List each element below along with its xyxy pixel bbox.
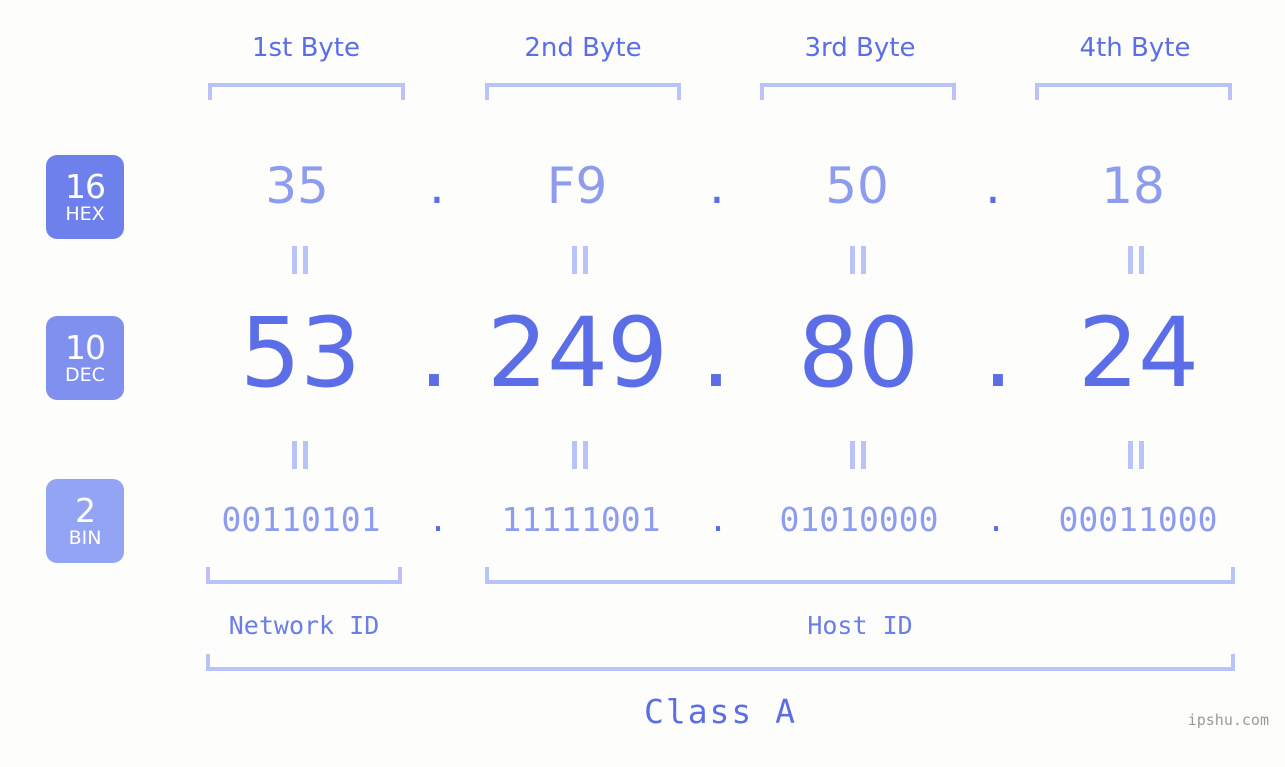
- dec-separator-3: .: [982, 297, 1014, 409]
- hex-separator-3: .: [985, 157, 1001, 215]
- byte-bracket-4-icon: [1035, 83, 1232, 100]
- bin-separator-2: .: [708, 500, 728, 539]
- ip-address-breakdown-diagram: 1st Byte 2nd Byte 3rd Byte 4th Byte 16 H…: [0, 0, 1285, 767]
- equals-mark-dec-bin-1-icon: [290, 441, 312, 469]
- base-badge-dec-name: DEC: [65, 364, 105, 386]
- hex-octet-1: 35: [265, 157, 329, 215]
- host-id-label: Host ID: [807, 611, 913, 640]
- bin-separator-1: .: [428, 500, 448, 539]
- network-id-bracket-icon: [206, 567, 402, 584]
- equals-mark-dec-bin-3-icon: [848, 441, 870, 469]
- byte-bracket-1-icon: [208, 83, 405, 100]
- equals-mark-hex-dec-2-icon: [570, 246, 592, 274]
- bin-octet-1: 00110101: [221, 500, 381, 539]
- bin-octet-2: 11111001: [501, 500, 661, 539]
- base-badge-hex: 16 HEX: [46, 155, 124, 239]
- byte-bracket-2-icon: [485, 83, 681, 100]
- bin-separator-3: .: [986, 500, 1006, 539]
- base-badge-bin: 2 BIN: [46, 479, 124, 563]
- byte-header-label-1: 1st Byte: [252, 33, 360, 63]
- dec-octet-3: 80: [797, 297, 919, 409]
- base-badge-hex-number: 16: [65, 167, 106, 206]
- dec-octet-2: 249: [486, 297, 668, 409]
- hex-octet-2: F9: [546, 157, 608, 215]
- dec-octet-1: 53: [239, 297, 361, 409]
- byte-header-label-4: 4th Byte: [1079, 33, 1191, 63]
- byte-header-label-2: 2nd Byte: [524, 33, 642, 63]
- bin-octet-4: 00011000: [1058, 500, 1218, 539]
- bin-octet-3: 01010000: [779, 500, 939, 539]
- base-badge-bin-number: 2: [75, 491, 96, 530]
- hex-octet-4: 18: [1101, 157, 1165, 215]
- base-badge-bin-name: BIN: [68, 527, 102, 549]
- hex-octet-3: 50: [825, 157, 889, 215]
- equals-mark-hex-dec-1-icon: [290, 246, 312, 274]
- hex-separator-1: .: [429, 157, 445, 215]
- equals-mark-dec-bin-4-icon: [1126, 441, 1148, 469]
- class-label: Class A: [643, 692, 798, 731]
- dec-separator-1: .: [418, 297, 450, 409]
- base-badge-hex-name: HEX: [65, 203, 105, 225]
- dec-separator-2: .: [700, 297, 732, 409]
- hex-separator-2: .: [709, 157, 725, 215]
- equals-mark-hex-dec-3-icon: [848, 246, 870, 274]
- byte-header-label-3: 3rd Byte: [804, 33, 916, 63]
- equals-mark-hex-dec-4-icon: [1126, 246, 1148, 274]
- equals-mark-dec-bin-2-icon: [570, 441, 592, 469]
- class-bracket-icon: [206, 654, 1235, 671]
- watermark: ipshu.com: [1187, 711, 1269, 729]
- dec-octet-4: 24: [1077, 297, 1199, 409]
- base-badge-dec-number: 10: [65, 328, 106, 367]
- byte-bracket-3-icon: [760, 83, 956, 100]
- network-id-label: Network ID: [228, 611, 380, 640]
- base-badge-dec: 10 DEC: [46, 316, 124, 400]
- host-id-bracket-icon: [485, 567, 1235, 584]
